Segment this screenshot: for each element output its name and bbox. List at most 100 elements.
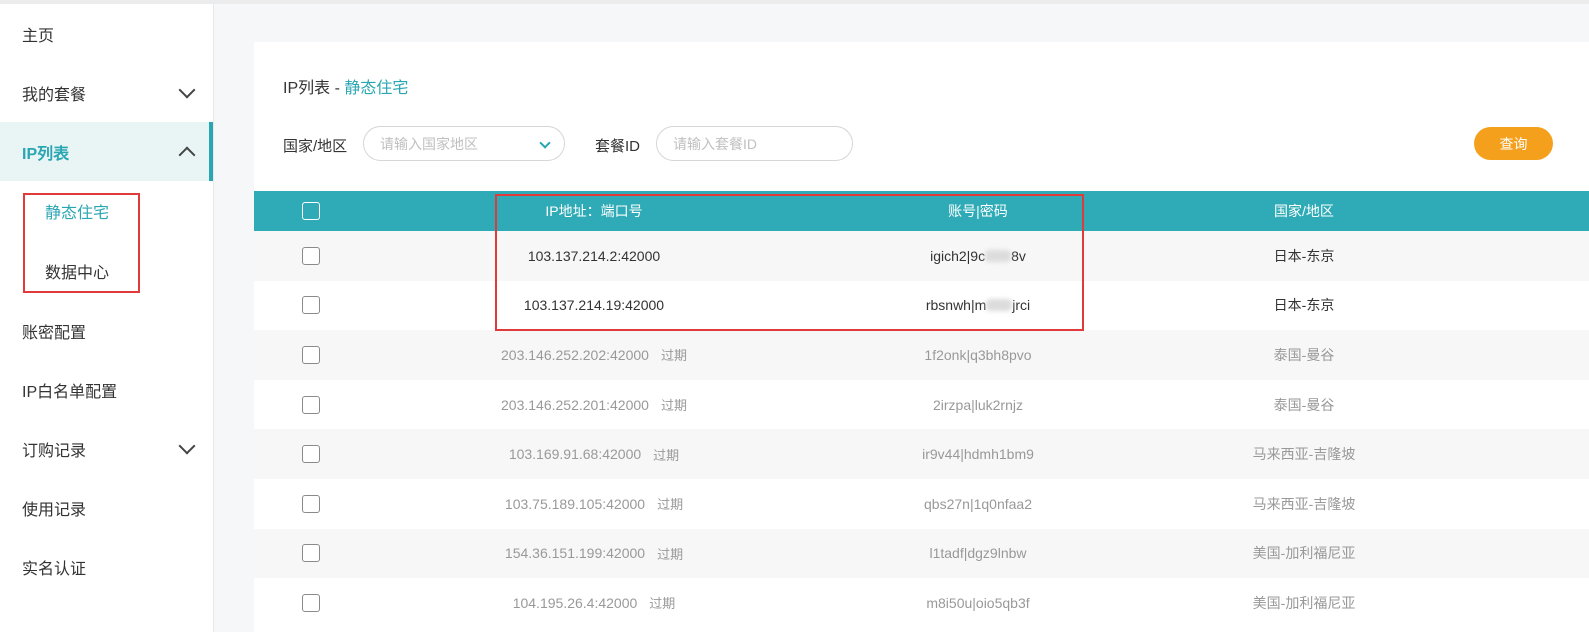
sidebar-item-label: 主页 [22,27,55,45]
sidebar-subitem-data-center[interactable]: 数据中心 [0,241,213,301]
ip-cell: 103.75.189.105:42000 过期 [494,479,694,529]
ip-address: 104.195.26.4:42000 [512,594,638,611]
ip-address: 203.146.252.201:42000 [501,396,649,413]
table-row: 154.36.151.199:42000 过期 l1tadf|dgz9lnbw 美… [254,528,1589,579]
sidebar-item-verification[interactable]: 实名认证 [0,537,213,596]
row-checkbox[interactable] [302,246,320,265]
expired-badge: 过期 [657,497,684,513]
expired-badge: 过期 [649,596,676,612]
country-cell: 泰国-曼谷 [1273,396,1335,413]
table-row: 203.146.252.202:42000 过期 1f2onk|q3bh8pvo … [254,330,1589,380]
sidebar-item-label: 使用记录 [22,501,87,519]
row-checkbox-cell [286,529,336,579]
sidebar: 主页 我的套餐 IP列表 静态住宅 数据中心 账密配置 IP白名单配置 订购记录… [0,4,214,632]
country-cell: 马来西亚-吉隆坡 [1252,495,1356,512]
table-row: 103.137.214.19:42000 rbsnwh|m jrci 日本-东京 [254,280,1589,331]
row-checkbox-cell [286,330,336,380]
account-cell: l1tadf|dgz9lnbw [929,545,1027,562]
chevron-down-icon [539,137,551,149]
chevron-down-icon [178,81,196,98]
ip-cell: 203.146.252.202:42000 过期 [494,330,694,380]
ip-cell: 203.146.252.201:42000 过期 [494,380,694,430]
sidebar-item-label: 订购记录 [22,442,87,460]
account-visible-start: igich2|9c [930,247,986,264]
sidebar-item-ip-list[interactable]: IP列表 [0,122,213,181]
ip-cell: 103.137.214.19:42000 [494,281,694,331]
row-checkbox[interactable] [302,345,320,364]
sidebar-item-label: 实名认证 [22,560,87,578]
country-select[interactable]: 请输入国家地区 [363,126,565,161]
column-header-country: 国家/地区 [1274,203,1334,219]
breadcrumb-separator: - [330,80,345,97]
account-cell: 2irzpa|luk2rnjz [932,396,1023,413]
sidebar-subitem-label: 静态住宅 [45,205,110,222]
ip-address: 103.137.214.19:42000 [523,297,665,314]
breadcrumb: IP列表 - 静态住宅 [283,74,408,98]
sidebar-item-my-package[interactable]: 我的套餐 [0,63,213,122]
table-row: 203.146.252.201:42000 过期 2irzpa|luk2rnjz … [254,379,1589,430]
account-visible-start: rbsnwh|m [925,297,987,314]
sidebar-item-account-config[interactable]: 账密配置 [0,301,213,360]
sidebar-subitem-static-residential[interactable]: 静态住宅 [0,181,213,241]
row-checkbox[interactable] [302,445,320,464]
table-header: IP地址：端口号 账号|密码 国家/地区 [254,191,1589,231]
sidebar-subitem-label: 数据中心 [45,265,110,282]
row-checkbox[interactable] [302,395,320,414]
account-visible-end: jrci [1012,297,1031,314]
country-filter-label: 国家/地区 [283,138,348,155]
row-checkbox-cell [286,281,336,331]
country-select-placeholder: 请输入国家地区 [380,135,478,152]
breadcrumb-current: 静态住宅 [344,80,409,97]
ip-cell: 154.36.151.199:42000 过期 [494,529,694,579]
expired-badge: 过期 [660,348,687,364]
ip-address: 103.75.189.105:42000 [504,495,646,512]
table-row: 103.137.214.2:42000 igich2|9c 8v 日本-东京 [254,231,1589,281]
ip-cell: 104.195.26.4:42000 过期 [494,578,694,628]
ip-cell: 103.169.91.68:42000 过期 [494,429,694,479]
chevron-down-icon [178,437,196,454]
ip-address: 203.146.252.202:42000 [501,346,649,363]
sidebar-item-ip-whitelist[interactable]: IP白名单配置 [0,360,213,419]
row-checkbox-cell [286,479,336,529]
row-checkbox[interactable] [302,296,320,315]
top-bar [0,0,1589,4]
column-header-ip: IP地址：端口号 [545,203,643,219]
country-cell: 泰国-曼谷 [1273,346,1335,363]
table-row: 103.169.91.68:42000 过期 ir9v44|hdmh1bm9 马来… [254,429,1589,479]
ip-cell: 103.137.214.2:42000 [494,231,694,281]
package-id-input[interactable] [656,126,853,161]
row-checkbox-cell [286,231,336,281]
chevron-up-icon [178,146,196,163]
ip-table: IP地址：端口号 账号|密码 国家/地区 103.137.214.2:42000… [254,191,1589,628]
row-checkbox-cell [286,429,336,479]
package-id-label: 套餐ID [595,138,641,155]
table-row: 104.195.26.4:42000 过期 m8i50u|oio5qb3f 美国-… [254,578,1589,628]
row-checkbox-cell [286,578,336,628]
sidebar-item-label: IP白名单配置 [22,383,118,401]
account-cell: ir9v44|hdmh1bm9 [922,446,1034,463]
country-cell: 马来西亚-吉隆坡 [1252,446,1356,463]
breadcrumb-parent: IP列表 [283,80,331,97]
row-checkbox[interactable] [302,494,320,513]
sidebar-item-orders[interactable]: 订购记录 [0,419,213,478]
account-cell: igich2|9c 8v [878,231,1078,281]
row-checkbox[interactable] [302,593,320,612]
select-all-cell [286,191,336,231]
country-cell: 美国-加利福尼亚 [1252,594,1356,611]
column-header-account: 账号|密码 [948,203,1008,219]
sidebar-item-label: IP列表 [22,145,70,163]
expired-badge: 过期 [660,398,687,414]
row-checkbox[interactable] [302,544,320,563]
account-visible-end: 8v [1011,247,1026,264]
query-button[interactable]: 查询 [1474,127,1553,160]
sidebar-item-label: 我的套餐 [22,86,87,104]
select-all-checkbox[interactable] [302,202,320,220]
ip-address: 103.169.91.68:42000 [508,446,642,463]
sidebar-item-usage[interactable]: 使用记录 [0,478,213,537]
account-cell: qbs27n|1q0nfaa2 [924,495,1032,512]
ip-address: 154.36.151.199:42000 [504,545,646,562]
expired-badge: 过期 [653,447,680,463]
sidebar-item-home[interactable]: 主页 [0,4,213,63]
account-cell: rbsnwh|m jrci [878,281,1078,331]
redaction-blur [985,249,1012,262]
